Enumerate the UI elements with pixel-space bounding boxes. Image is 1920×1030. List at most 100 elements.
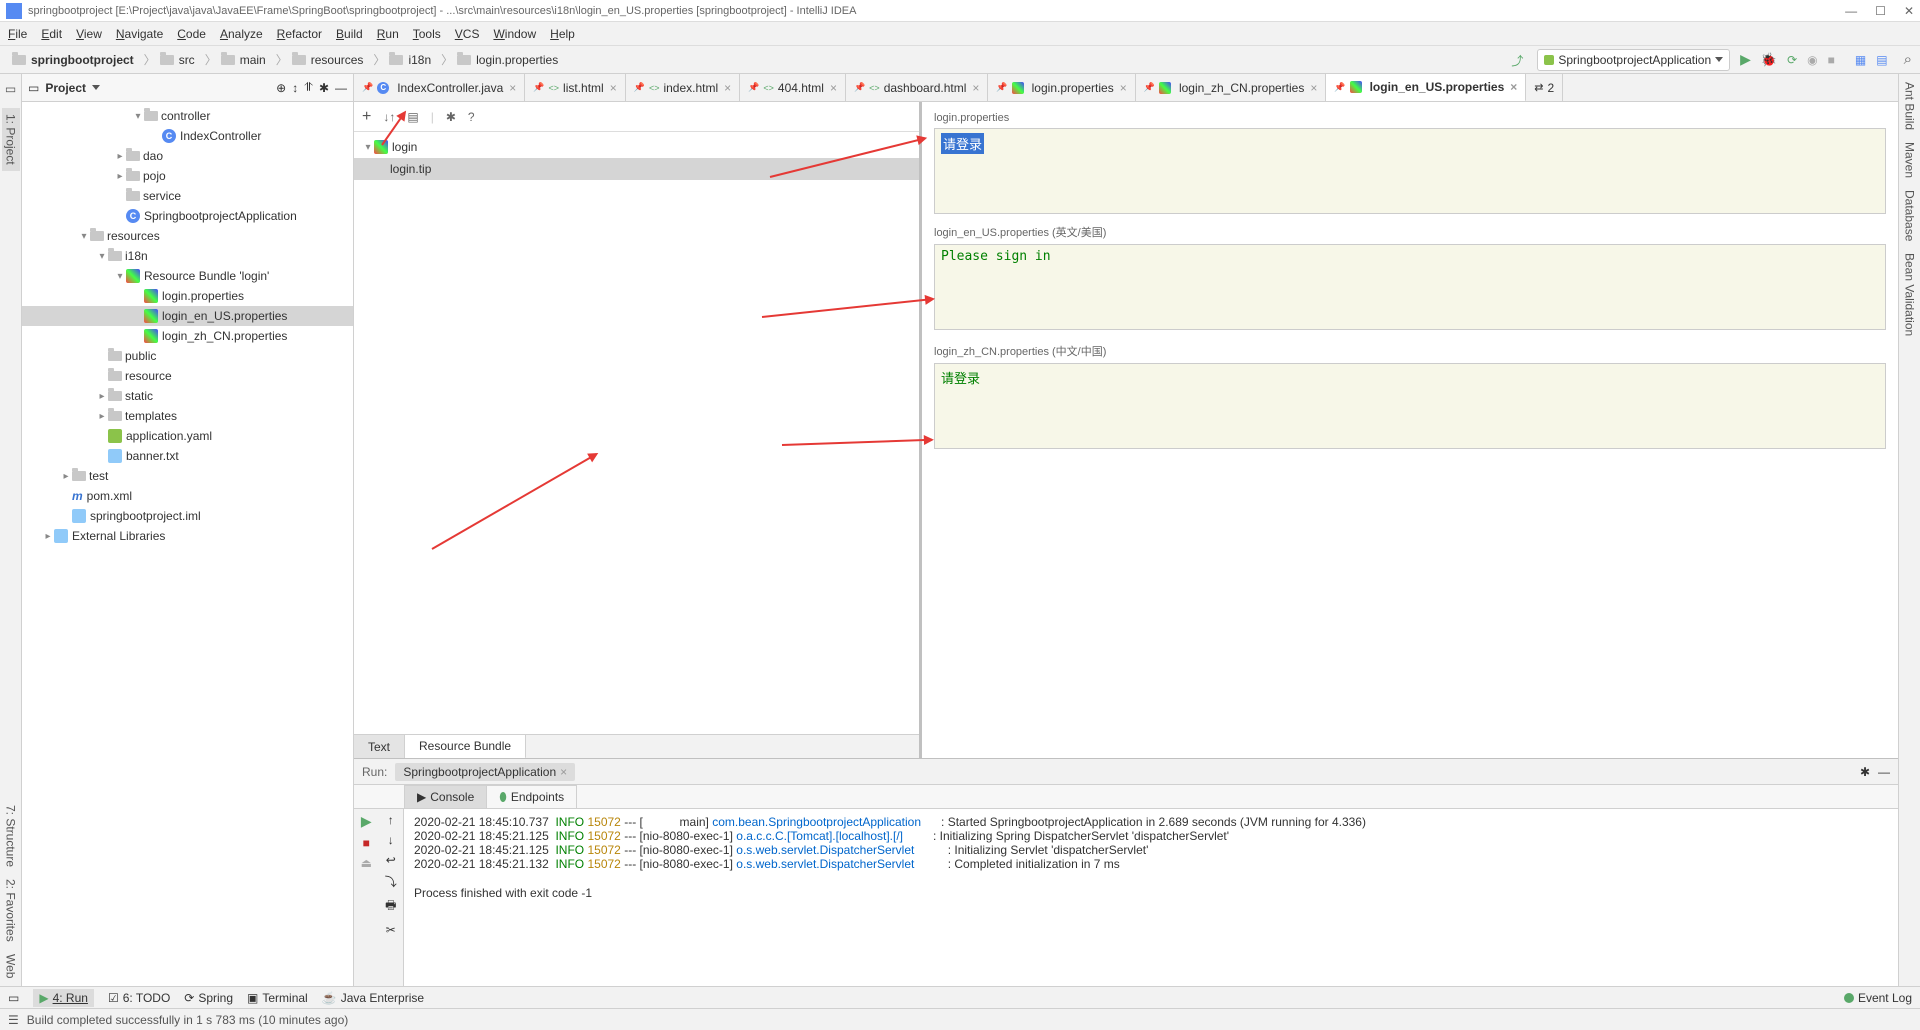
- console-output[interactable]: 2020-02-21 18:45:10.737 INFO 15072 --- […: [404, 809, 1898, 986]
- menu-build[interactable]: Build: [336, 27, 363, 41]
- tree-item[interactable]: ▾resources: [22, 226, 353, 246]
- breadcrumb-item[interactable]: springbootproject: [8, 53, 138, 67]
- add-key-button[interactable]: +: [362, 108, 371, 126]
- breadcrumb-item[interactable]: 〉resources: [270, 51, 368, 68]
- tree-item[interactable]: login_zh_CN.properties: [22, 326, 353, 346]
- tool-terminal[interactable]: ▣ Terminal: [247, 991, 308, 1005]
- tree-item[interactable]: ▾controller: [22, 106, 353, 126]
- tree-item[interactable]: ▾Resource Bundle 'login': [22, 266, 353, 286]
- tree-item[interactable]: login_en_US.properties: [22, 306, 353, 326]
- menu-run[interactable]: Run: [377, 27, 399, 41]
- stop-button[interactable]: ■: [363, 836, 370, 850]
- hide-icon[interactable]: —: [335, 81, 347, 95]
- tree-item[interactable]: mpom.xml: [22, 486, 353, 506]
- print-icon[interactable]: 🖶: [385, 896, 396, 917]
- menu-file[interactable]: File: [8, 27, 27, 41]
- down-icon[interactable]: ↓: [388, 833, 394, 847]
- tree-item[interactable]: ▸test: [22, 466, 353, 486]
- breadcrumb-item[interactable]: 〉src: [138, 51, 199, 68]
- tool-eventlog[interactable]: Event Log: [1844, 991, 1912, 1005]
- tree-item[interactable]: application.yaml: [22, 426, 353, 446]
- tool-run[interactable]: ▶4: Run: [33, 989, 94, 1007]
- tab-endpoints[interactable]: ⬮Endpoints: [486, 785, 577, 808]
- sort-icon[interactable]: ↓↑: [383, 110, 395, 124]
- tree-item[interactable]: public: [22, 346, 353, 366]
- tree-item[interactable]: resource: [22, 366, 353, 386]
- gutter-tab-structure[interactable]: 7: Structure: [4, 805, 18, 867]
- prop-cn-editor[interactable]: [934, 363, 1886, 449]
- exit-button[interactable]: ⏏: [361, 856, 372, 870]
- gutter-tab-project[interactable]: 1: Project: [2, 108, 20, 171]
- tabs-overflow[interactable]: ⇄2: [1526, 74, 1563, 101]
- trash-icon[interactable]: ✂: [386, 923, 396, 937]
- gutter-tab-ant[interactable]: Ant Build: [1903, 82, 1917, 130]
- editor-tab[interactable]: 📌CIndexController.java×: [354, 74, 525, 101]
- messages-icon[interactable]: ▭: [8, 991, 19, 1005]
- search-icon[interactable]: ⌕: [1904, 51, 1912, 68]
- tool-spring[interactable]: ⟳ Spring: [184, 991, 233, 1005]
- tab-resource-bundle[interactable]: Resource Bundle: [405, 735, 526, 759]
- menu-help[interactable]: Help: [550, 27, 575, 41]
- tree-item[interactable]: ▸static: [22, 386, 353, 406]
- expand-all-icon[interactable]: ↕: [292, 81, 298, 95]
- run-config-chip[interactable]: SpringbootprojectApplication ×: [395, 763, 575, 781]
- tree-item[interactable]: springbootproject.iml: [22, 506, 353, 526]
- run-button[interactable]: ▶: [1740, 51, 1751, 68]
- prop-default-editor[interactable]: 请登录: [934, 128, 1886, 214]
- menu-edit[interactable]: Edit: [41, 27, 62, 41]
- breadcrumb-item[interactable]: 〉main: [199, 51, 270, 68]
- bundle-keys-tree[interactable]: ▾ login login.tip: [354, 132, 919, 734]
- debug-button[interactable]: 🐞: [1761, 52, 1777, 68]
- help-icon[interactable]: ?: [468, 110, 475, 124]
- gutter-tab-bean[interactable]: Bean Validation: [1903, 253, 1917, 336]
- tree-item[interactable]: service: [22, 186, 353, 206]
- rerun-button[interactable]: ▶: [361, 813, 372, 830]
- gear-icon[interactable]: ✱: [446, 110, 456, 124]
- menu-view[interactable]: View: [76, 27, 102, 41]
- gutter-tab-web[interactable]: Web: [4, 954, 18, 978]
- run-hide-icon[interactable]: —: [1878, 765, 1890, 779]
- tab-text[interactable]: Text: [354, 735, 405, 758]
- layout-icon[interactable]: ▦: [1855, 53, 1866, 67]
- editor-tab[interactable]: 📌<>list.html×: [525, 74, 625, 101]
- tree-item[interactable]: banner.txt: [22, 446, 353, 466]
- tree-item[interactable]: login.properties: [22, 286, 353, 306]
- stop-button[interactable]: ■: [1828, 53, 1835, 67]
- breadcrumb-item[interactable]: 〉i18n: [367, 51, 435, 68]
- menu-navigate[interactable]: Navigate: [116, 27, 163, 41]
- gutter-tab-favorites[interactable]: 2: Favorites: [4, 879, 18, 942]
- wrap-icon[interactable]: ↩: [386, 853, 396, 867]
- build-icon[interactable]: ⤴: [1511, 52, 1527, 68]
- menu-code[interactable]: Code: [177, 27, 206, 41]
- breadcrumb-item[interactable]: 〉login.properties: [435, 51, 562, 68]
- run-settings-icon[interactable]: ✱: [1860, 765, 1870, 779]
- gutter-collapse-icon[interactable]: ▭: [5, 82, 16, 96]
- up-icon[interactable]: ↑: [388, 813, 394, 827]
- editor-tab[interactable]: 📌login.properties×: [988, 74, 1135, 101]
- tree-item[interactable]: ▸dao: [22, 146, 353, 166]
- tree-item[interactable]: ▾i18n: [22, 246, 353, 266]
- menu-window[interactable]: Window: [493, 27, 536, 41]
- bundle-root-row[interactable]: ▾ login: [354, 136, 919, 158]
- chevron-down-icon[interactable]: [92, 85, 100, 90]
- gutter-tab-maven[interactable]: Maven: [1903, 142, 1917, 178]
- tool-todo[interactable]: ☑ 6: TODO: [108, 991, 170, 1005]
- layout-icon-2[interactable]: ▤: [1876, 53, 1887, 67]
- settings-icon[interactable]: ✱: [319, 81, 329, 95]
- gutter-tab-database[interactable]: Database: [1903, 190, 1917, 241]
- project-tree[interactable]: ▾controllerCIndexController▸dao▸pojoserv…: [22, 102, 353, 986]
- menu-analyze[interactable]: Analyze: [220, 27, 263, 41]
- run-config-selector[interactable]: SpringbootprojectApplication: [1537, 49, 1730, 71]
- list-icon[interactable]: ▤: [407, 110, 418, 124]
- coverage-button[interactable]: ⟳: [1787, 53, 1797, 67]
- select-opened-file-icon[interactable]: ⊕: [276, 81, 286, 95]
- maximize-button[interactable]: ☐: [1875, 4, 1886, 18]
- collapse-all-icon[interactable]: ⥣: [304, 80, 313, 95]
- editor-tab[interactable]: 📌<>404.html×: [740, 74, 846, 101]
- minimize-button[interactable]: —: [1845, 4, 1857, 18]
- menu-refactor[interactable]: Refactor: [277, 27, 322, 41]
- menu-vcs[interactable]: VCS: [455, 27, 480, 41]
- tab-console[interactable]: ▶Console: [404, 785, 487, 808]
- tool-javaee[interactable]: ☕ Java Enterprise: [322, 991, 424, 1005]
- editor-tab[interactable]: 📌login_en_US.properties×: [1326, 74, 1526, 102]
